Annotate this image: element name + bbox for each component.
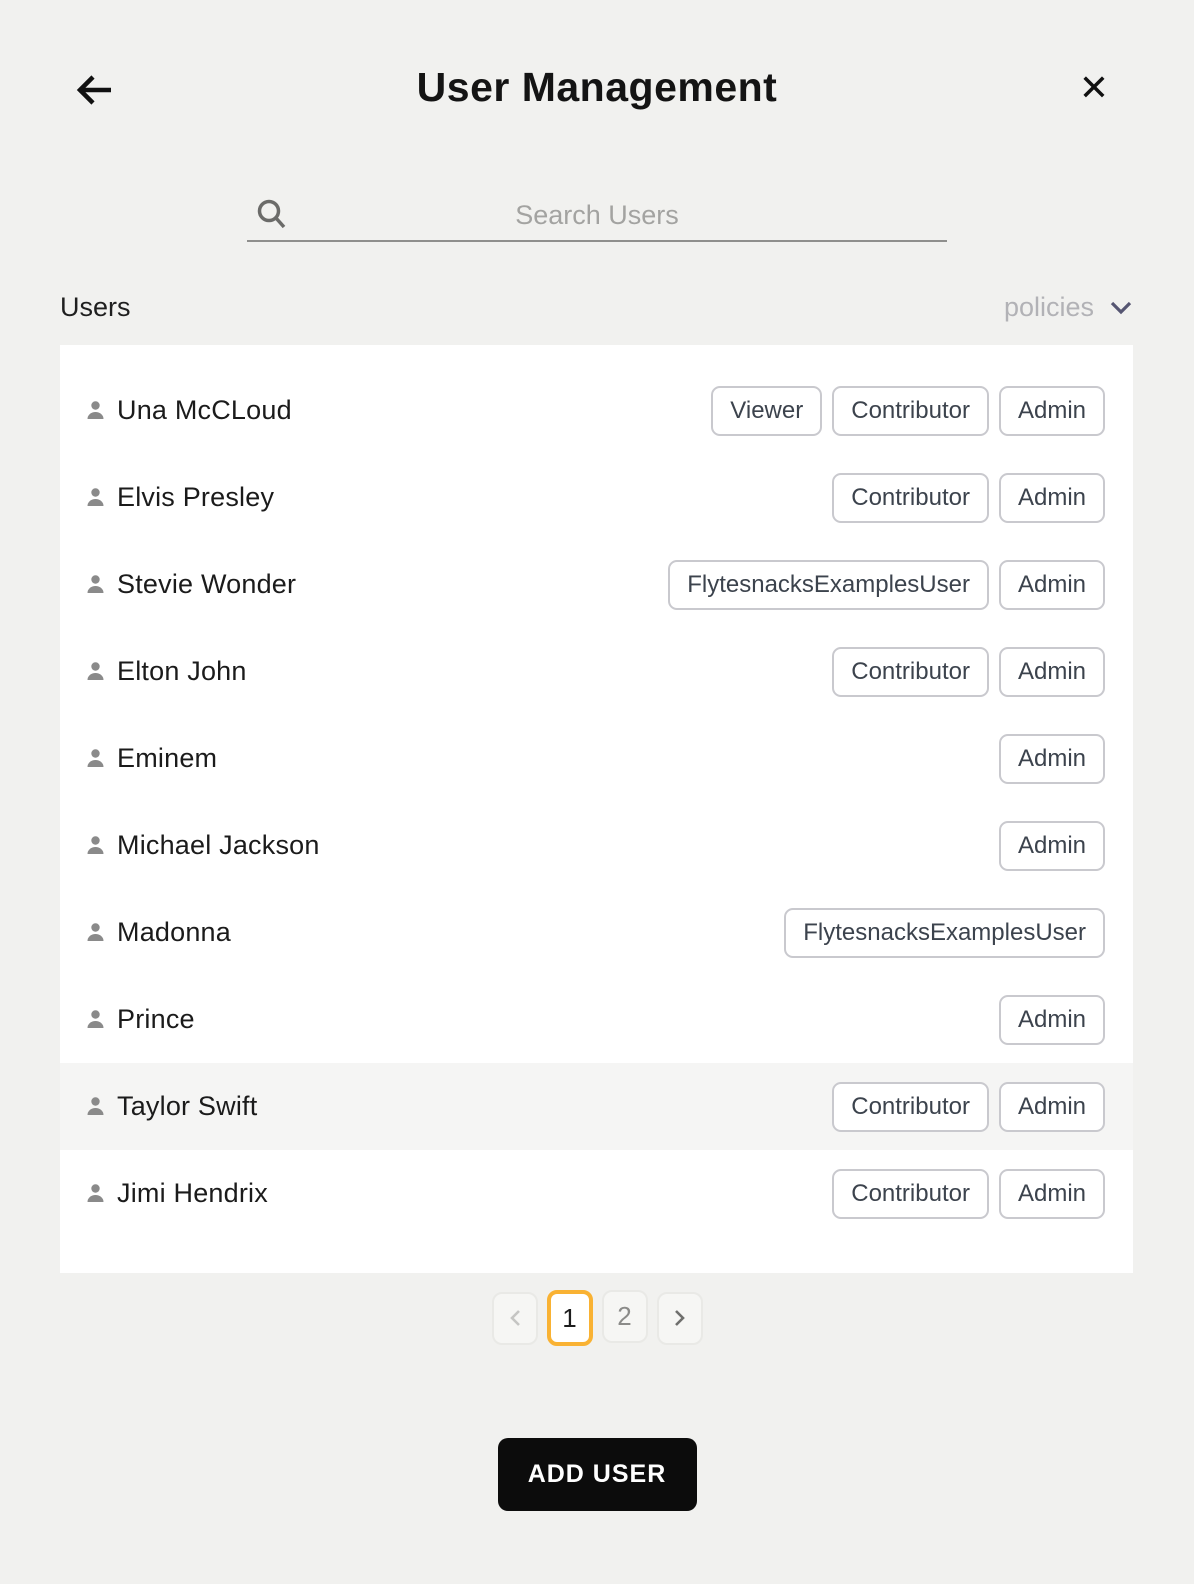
user-row: Una McCLoud ViewerContributorAdmin bbox=[60, 367, 1133, 454]
user-name: Eminem bbox=[117, 743, 999, 774]
user-row: Taylor Swift ContributorAdmin bbox=[60, 1063, 1133, 1150]
page-title: User Management bbox=[0, 64, 1194, 111]
list-title: Users bbox=[60, 292, 131, 323]
person-icon bbox=[85, 400, 106, 421]
policy-badge[interactable]: Contributor bbox=[832, 1169, 989, 1219]
user-name: Prince bbox=[117, 1004, 999, 1035]
page-number-buttons: 12 bbox=[547, 1290, 648, 1346]
policy-badges: ContributorAdmin bbox=[832, 473, 1105, 523]
user-name: Stevie Wonder bbox=[117, 569, 668, 600]
pagination-prev-button[interactable] bbox=[492, 1292, 538, 1345]
user-row: Madonna FlytesnacksExamplesUser bbox=[60, 889, 1133, 976]
person-icon bbox=[85, 1009, 106, 1030]
policy-badges: ContributorAdmin bbox=[832, 647, 1105, 697]
user-row: Elton John ContributorAdmin bbox=[60, 628, 1133, 715]
policy-badge[interactable]: Contributor bbox=[832, 647, 989, 697]
policy-badge[interactable]: Contributor bbox=[832, 1082, 989, 1132]
policy-badge[interactable]: FlytesnacksExamplesUser bbox=[784, 908, 1105, 958]
policies-dropdown[interactable]: policies bbox=[1004, 292, 1132, 323]
policy-badges: Admin bbox=[999, 821, 1105, 871]
person-icon bbox=[85, 748, 106, 769]
pagination: 12 bbox=[0, 1290, 1194, 1346]
add-user-button[interactable]: ADD USER bbox=[498, 1438, 697, 1511]
person-icon bbox=[85, 661, 106, 682]
search-bar bbox=[247, 190, 947, 242]
policy-badge[interactable]: Admin bbox=[999, 647, 1105, 697]
list-header: Users policies bbox=[60, 292, 1132, 323]
policy-badge[interactable]: Admin bbox=[999, 1169, 1105, 1219]
user-row: Michael Jackson Admin bbox=[60, 802, 1133, 889]
policies-dropdown-label: policies bbox=[1004, 292, 1094, 323]
policy-badges: FlytesnacksExamplesUser bbox=[784, 908, 1105, 958]
user-row: Jimi Hendrix ContributorAdmin bbox=[60, 1150, 1133, 1237]
policy-badge[interactable]: Admin bbox=[999, 821, 1105, 871]
user-list: Una McCLoud ViewerContributorAdmin Elvis… bbox=[60, 345, 1133, 1273]
user-row: Eminem Admin bbox=[60, 715, 1133, 802]
user-name: Michael Jackson bbox=[117, 830, 999, 861]
search-icon bbox=[255, 198, 289, 232]
policy-badge[interactable]: Admin bbox=[999, 560, 1105, 610]
pagination-page-button[interactable]: 1 bbox=[547, 1290, 593, 1346]
policy-badge[interactable]: Viewer bbox=[711, 386, 822, 436]
policy-badge[interactable]: Admin bbox=[999, 473, 1105, 523]
policy-badges: ContributorAdmin bbox=[832, 1169, 1105, 1219]
policy-badges: Admin bbox=[999, 734, 1105, 784]
user-row: Prince Admin bbox=[60, 976, 1133, 1063]
person-icon bbox=[85, 922, 106, 943]
user-row: Stevie Wonder FlytesnacksExamplesUserAdm… bbox=[60, 541, 1133, 628]
person-icon bbox=[85, 1096, 106, 1117]
policy-badge[interactable]: Contributor bbox=[832, 386, 989, 436]
pagination-page-button[interactable]: 2 bbox=[602, 1290, 648, 1343]
person-icon bbox=[85, 835, 106, 856]
user-management-screen: User Management ✕ Users policies bbox=[0, 0, 1194, 1584]
policy-badge[interactable]: Admin bbox=[999, 1082, 1105, 1132]
policy-badges: Admin bbox=[999, 995, 1105, 1045]
person-icon bbox=[85, 574, 106, 595]
user-name: Una McCLoud bbox=[117, 395, 711, 426]
person-icon bbox=[85, 1183, 106, 1204]
policy-badge[interactable]: Contributor bbox=[832, 473, 989, 523]
policy-badges: FlytesnacksExamplesUserAdmin bbox=[668, 560, 1105, 610]
policy-badges: ContributorAdmin bbox=[832, 1082, 1105, 1132]
policy-badges: ViewerContributorAdmin bbox=[711, 386, 1105, 436]
policy-badge[interactable]: Admin bbox=[999, 386, 1105, 436]
pagination-next-button[interactable] bbox=[657, 1292, 703, 1345]
user-name: Elton John bbox=[117, 656, 832, 687]
close-icon: ✕ bbox=[1079, 67, 1109, 109]
chevron-down-icon bbox=[1110, 301, 1132, 315]
policy-badge[interactable]: Admin bbox=[999, 734, 1105, 784]
user-name: Jimi Hendrix bbox=[117, 1178, 832, 1209]
policy-badge[interactable]: FlytesnacksExamplesUser bbox=[668, 560, 989, 610]
user-row: Elvis Presley ContributorAdmin bbox=[60, 454, 1133, 541]
policy-badge[interactable]: Admin bbox=[999, 995, 1105, 1045]
close-button[interactable]: ✕ bbox=[1070, 64, 1118, 112]
user-name: Taylor Swift bbox=[117, 1091, 832, 1122]
user-name: Madonna bbox=[117, 917, 784, 948]
user-name: Elvis Presley bbox=[117, 482, 832, 513]
person-icon bbox=[85, 487, 106, 508]
search-input[interactable] bbox=[247, 190, 947, 240]
header: User Management ✕ bbox=[0, 0, 1194, 132]
